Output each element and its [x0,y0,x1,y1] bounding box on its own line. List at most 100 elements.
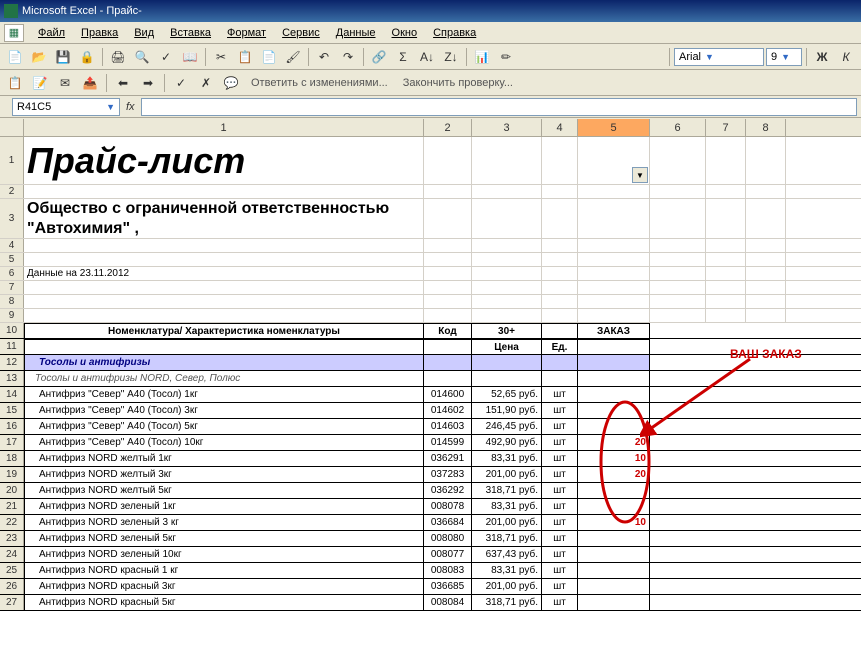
cell-name[interactable]: Антифриз NORD желтый 5кг [24,483,424,498]
name-box[interactable]: R41C5▼ [12,98,120,116]
cell-price[interactable]: 637,43 руб. [472,547,542,562]
row-header[interactable]: 16 [0,419,24,434]
menu-help[interactable]: Справка [425,24,484,42]
cell-unit[interactable]: шт [542,515,578,530]
row-header[interactable]: 2 [0,185,24,198]
review-icon7[interactable]: ✓ [170,72,192,94]
research-button[interactable]: 📖 [179,46,201,68]
review-icon9[interactable]: 💬 [220,72,242,94]
italic-button[interactable]: К [835,46,857,68]
cell-unit[interactable]: шт [542,403,578,418]
col-header-7[interactable]: 7 [706,119,746,136]
cell-unit[interactable]: шт [542,531,578,546]
reply-changes-button[interactable]: Ответить с изменениями... [245,75,394,91]
cell-code[interactable]: 008078 [424,499,472,514]
cell-name[interactable]: Антифриз NORD зеленый 1кг [24,499,424,514]
col-header-4[interactable]: 4 [542,119,578,136]
copy-button[interactable]: 📋 [234,46,256,68]
cell-unit[interactable]: шт [542,483,578,498]
cell-unit[interactable]: шт [542,579,578,594]
cell-name[interactable]: Антифриз NORD желтый 3кг [24,467,424,482]
cell-code[interactable]: 036684 [424,515,472,530]
row-header[interactable]: 25 [0,563,24,578]
cell-code[interactable]: 014599 [424,435,472,450]
cell-order[interactable] [578,547,650,562]
cell-name[interactable]: Антифриз NORD красный 3кг [24,579,424,594]
sort-asc-button[interactable]: A↓ [416,46,438,68]
cell-unit[interactable]: шт [542,595,578,610]
cell-order[interactable] [578,483,650,498]
cell-order[interactable]: 20 [578,435,650,450]
review-icon2[interactable]: 📝 [29,72,51,94]
cell-order[interactable] [578,531,650,546]
select-all-corner[interactable] [0,119,24,136]
row-header[interactable]: 8 [0,295,24,308]
cell-unit[interactable]: шт [542,451,578,466]
cell-price[interactable]: 151,90 руб. [472,403,542,418]
cell-name[interactable]: Антифриз "Север" А40 (Тосол) 5кг [24,419,424,434]
row-header[interactable]: 27 [0,595,24,610]
menu-tools[interactable]: Сервис [274,24,328,42]
row-header[interactable]: 22 [0,515,24,530]
menu-insert[interactable]: Вставка [162,24,219,42]
menu-edit[interactable]: Правка [73,24,126,42]
row-header[interactable]: 12 [0,355,24,370]
menu-file[interactable]: Файл [30,24,73,42]
row-header[interactable]: 9 [0,309,24,322]
cell-unit[interactable]: шт [542,387,578,402]
row-header[interactable]: 14 [0,387,24,402]
col-header-1[interactable]: 1 [24,119,424,136]
worksheet[interactable]: 1 2 3 4 5 6 7 8 1 Прайс-лист ▼ 2 3 Общес… [0,119,861,667]
chart-button[interactable]: 📊 [471,46,493,68]
cell-code[interactable]: 008077 [424,547,472,562]
cell-order[interactable] [578,419,650,434]
row-header[interactable]: 19 [0,467,24,482]
cell-name[interactable]: Антифриз NORD зеленый 10кг [24,547,424,562]
row-header[interactable]: 24 [0,547,24,562]
cell-order[interactable]: 20 [578,467,650,482]
formula-input[interactable] [141,98,857,116]
cell-name[interactable]: Антифриз "Север" А40 (Тосол) 10кг [24,435,424,450]
end-review-button[interactable]: Закончить проверку... [397,75,519,91]
cell-price[interactable]: 492,90 руб. [472,435,542,450]
row-header[interactable]: 7 [0,281,24,294]
col-header-8[interactable]: 8 [746,119,786,136]
row-header[interactable]: 18 [0,451,24,466]
cell-unit[interactable]: шт [542,547,578,562]
cell-unit[interactable]: шт [542,419,578,434]
review-icon3[interactable]: ✉ [54,72,76,94]
cell-code[interactable]: 014600 [424,387,472,402]
cell-price[interactable]: 318,71 руб. [472,483,542,498]
font-size-select[interactable]: 9▼ [766,48,802,66]
review-icon8[interactable]: ✗ [195,72,217,94]
row-header[interactable]: 21 [0,499,24,514]
cell-code[interactable]: 008080 [424,531,472,546]
row-header[interactable]: 23 [0,531,24,546]
permission-button[interactable]: 🔒 [76,46,98,68]
cell-order[interactable]: 10 [578,515,650,530]
hyperlink-button[interactable]: 🔗 [368,46,390,68]
row-header[interactable]: 20 [0,483,24,498]
bold-button[interactable]: Ж [811,46,833,68]
cell-price[interactable]: 83,31 руб. [472,499,542,514]
cell-price[interactable]: 201,00 руб. [472,579,542,594]
cell-price[interactable]: 201,00 руб. [472,515,542,530]
cell-order[interactable] [578,403,650,418]
menu-view[interactable]: Вид [126,24,162,42]
cell-order[interactable]: 10 [578,451,650,466]
row-header[interactable]: 26 [0,579,24,594]
menu-window[interactable]: Окно [384,24,426,42]
cell-name[interactable]: Антифриз NORD желтый 1кг [24,451,424,466]
sort-desc-button[interactable]: Z↓ [440,46,462,68]
cell-price[interactable]: 83,31 руб. [472,563,542,578]
review-icon4[interactable]: 📤 [79,72,101,94]
cell-unit[interactable]: шт [542,435,578,450]
review-icon6[interactable]: ➡ [137,72,159,94]
row-header[interactable]: 1 [0,137,24,184]
cell-unit[interactable]: шт [542,563,578,578]
col-header-6[interactable]: 6 [650,119,706,136]
redo-button[interactable]: ↷ [337,46,359,68]
review-icon1[interactable]: 📋 [4,72,26,94]
cell-code[interactable]: 036685 [424,579,472,594]
row-header[interactable]: 3 [0,199,24,238]
